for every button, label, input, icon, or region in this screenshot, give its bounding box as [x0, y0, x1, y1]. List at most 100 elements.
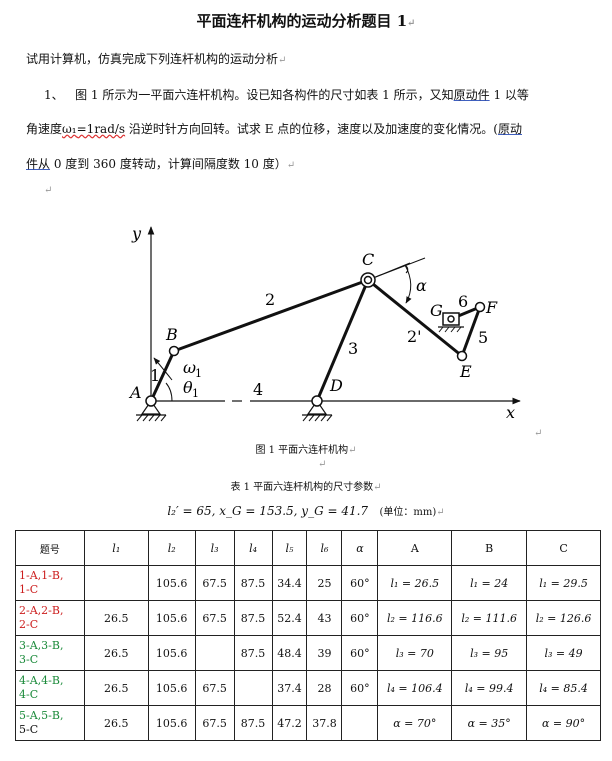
table-cell: l₂ = 111.6 — [451, 600, 528, 636]
table-cell: 105.6 — [147, 670, 196, 706]
table-cell: α = 35° — [451, 705, 528, 741]
table-cell: l₃ = 95 — [451, 635, 528, 671]
table-cell: 26.5 — [83, 670, 149, 706]
table-row: 3-A,3-B, 3-C 26.5 105.6 87.5 48.4 39 60° l₃ = 70… — [15, 635, 601, 671]
table-header-row: 题号 l₁ l₂ l₃ l₄ l₅ l₆ α A B C — [15, 530, 601, 566]
table-cell: l₄ = 106.4 — [377, 670, 453, 706]
svg-text:2': 2' — [407, 327, 422, 346]
table-row: 2-A,2-B, 2-C 26.5 105.6 67.5 87.5 52.4 43 60° l₂ … — [15, 600, 601, 636]
table-cell: 26.5 — [83, 705, 149, 741]
table-cell: l₄ = 99.4 — [451, 670, 528, 706]
table-cell: 39 — [306, 635, 343, 671]
svg-text:1: 1 — [195, 367, 202, 380]
page-title: 平面连杆机构的运动分析题目 1↵ — [196, 12, 416, 30]
table-cell: 105.6 — [147, 705, 196, 741]
table-cell: 105.6 — [147, 635, 196, 671]
problem-line-3: 件从 0 度到 360 度转动，计算间隔度数 10 度）↵ — [26, 157, 296, 171]
label-x: x — [506, 403, 515, 422]
table-cell: l₁ = 29.5 — [526, 565, 601, 601]
table-cell: l₄ = 85.4 — [526, 670, 601, 706]
table-cell — [341, 705, 379, 741]
dimension-table: 题号 l₁ l₂ l₃ l₄ l₅ l₆ α A B C 1-A,1-B, 1-C… — [15, 530, 601, 741]
header-cell: C — [526, 530, 601, 566]
table-cell: 87.5 — [233, 600, 273, 636]
table-cell: 48.4 — [271, 635, 308, 671]
table-cell: 37.4 — [271, 670, 308, 706]
table-cell — [233, 670, 273, 706]
table-cell — [194, 635, 235, 671]
svg-text:3: 3 — [348, 339, 358, 358]
svg-text:6: 6 — [458, 292, 468, 311]
problem-id-cell: 4-A,4-B, 4-C — [15, 670, 85, 706]
table-cell: 67.5 — [194, 670, 235, 706]
table-row: 5-A,5-B, 5-C 26.5 105.6 67.5 87.5 47.2 37.8 α = … — [15, 705, 601, 741]
table-cell: 52.4 — [271, 600, 308, 636]
svg-text:1: 1 — [192, 387, 199, 400]
svg-text:B: B — [165, 325, 178, 344]
svg-text:2: 2 — [265, 290, 275, 309]
problem-id-cell: 3-A,3-B, 3-C — [15, 635, 85, 671]
table-cell: 67.5 — [194, 705, 235, 741]
problem-line-1: 1、 图 1 所示为一平面六连杆机构。设已知各构件的尺寸如表 1 所示，又知原动… — [44, 88, 529, 102]
problem-id-cell: 1-A,1-B, 1-C — [15, 565, 85, 601]
table-cell: α = 70° — [377, 705, 453, 741]
table-cell: 34.4 — [271, 565, 308, 601]
svg-text:E: E — [459, 362, 472, 381]
table-cell: l₁ = 26.5 — [377, 565, 453, 601]
table-cell: 67.5 — [194, 565, 235, 601]
svg-text:A: A — [128, 383, 142, 402]
table-row: 1-A,1-B, 1-C 105.6 67.5 87.5 34.4 25 60° l₁ = 26… — [15, 565, 601, 601]
table-cell: l₂ = 126.6 — [526, 600, 601, 636]
table-cell: 87.5 — [233, 705, 273, 741]
svg-text:D: D — [329, 376, 343, 395]
header-cell: l₆ — [306, 530, 343, 566]
label-y: y — [131, 224, 142, 243]
svg-text:1: 1 — [150, 366, 160, 385]
table-cell: 25 — [306, 565, 343, 601]
table-cell: 105.6 — [147, 600, 196, 636]
table-cell: l₃ = 49 — [526, 635, 601, 671]
linkage-figure: y x A B C D E F G α ω θ 1 1 1 2 3 4 5 6 … — [128, 224, 521, 422]
table-cell: 87.5 — [233, 565, 273, 601]
header-cell: α — [341, 530, 379, 566]
table-cell: 28 — [306, 670, 343, 706]
header-cell: l₅ — [271, 530, 308, 566]
problem-line-2: 角速度ω₁=1rad/s 沿逆时针方向回转。试求 E 点的位移，速度以及加速度的… — [26, 122, 522, 136]
header-cell: A — [377, 530, 453, 566]
table-cell: 105.6 — [147, 565, 196, 601]
svg-text:α: α — [416, 276, 427, 295]
header-cell: B — [451, 530, 528, 566]
table-cell: 67.5 — [194, 600, 235, 636]
problem-id-cell: 5-A,5-B, 5-C — [15, 705, 85, 741]
table-cell: 60° — [341, 670, 379, 706]
table-row: 4-A,4-B, 4-C 26.5 105.6 67.5 37.4 28 60° l₄ = 10… — [15, 670, 601, 706]
table-cell: 43 — [306, 600, 343, 636]
table-cell: l₂ = 116.6 — [377, 600, 453, 636]
table-cell — [83, 565, 149, 601]
table-cell: 26.5 — [83, 635, 149, 671]
svg-text:C: C — [362, 250, 374, 269]
header-cell: l₃ — [194, 530, 235, 566]
svg-text:G: G — [430, 301, 443, 320]
table-cell: 60° — [341, 635, 379, 671]
svg-text:5: 5 — [478, 328, 488, 347]
header-cell: l₁ — [83, 530, 149, 566]
svg-text:4: 4 — [253, 380, 263, 399]
table-cell: 60° — [341, 600, 379, 636]
header-cell: 题号 — [15, 530, 85, 566]
table-caption: 表 1 平面六连杆机构的尺寸参数↵ — [230, 482, 382, 493]
header-cell: l₄ — [233, 530, 273, 566]
table-cell: 47.2 — [271, 705, 308, 741]
table-cell: l₃ = 70 — [377, 635, 453, 671]
intro-text: 试用计算机，仿真完成下列连杆机构的运动分析↵ — [26, 52, 287, 66]
table-cell: α = 90° — [526, 705, 601, 741]
problem-id-cell: 2-A,2-B, 2-C — [15, 600, 85, 636]
table-cell: 87.5 — [233, 635, 273, 671]
table-cell: 37.8 — [306, 705, 343, 741]
table-cell: l₁ = 24 — [451, 565, 528, 601]
header-cell: l₂ — [147, 530, 196, 566]
table-cell: 60° — [341, 565, 379, 601]
table-params: l₂′ = 65, x_G = 153.5, y_G = 41.7 (单位：mm… — [167, 504, 445, 518]
table-cell: 26.5 — [83, 600, 149, 636]
figure-caption: 图 1 平面六连杆机构↵ — [255, 445, 357, 456]
